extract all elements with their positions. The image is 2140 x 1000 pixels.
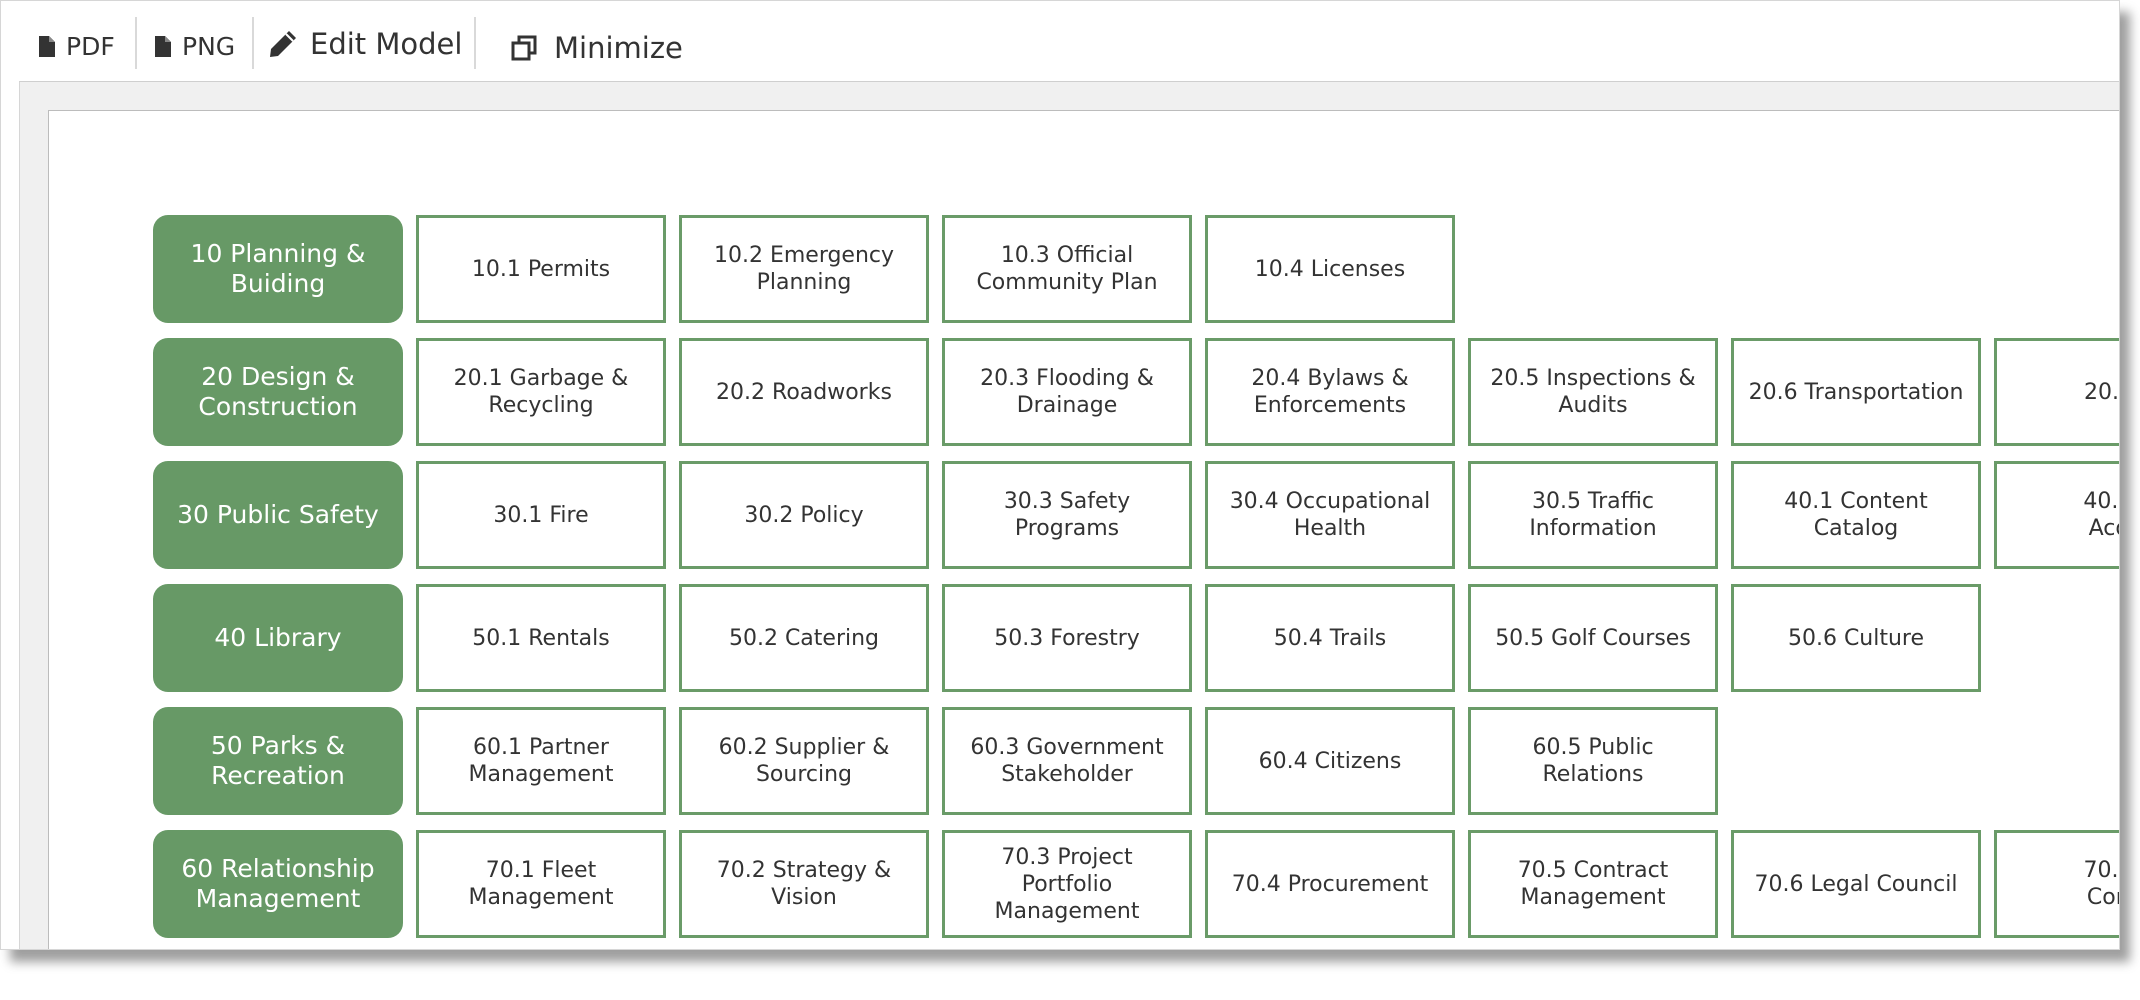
capability-block[interactable]: 20.6 Transportation [1731, 338, 1981, 446]
capability-block[interactable]: 70.2 Strategy & Vision [679, 830, 929, 938]
capability-row: 40 Library 50.1 Rentals 50.2 Catering 50… [153, 584, 2119, 692]
capability-block[interactable]: 60.5 Public Relations [1468, 707, 1718, 815]
toolbar-separator [135, 17, 137, 69]
capability-row: 20 Design & Construction 20.1 Garbage & … [153, 338, 2119, 446]
toolbar: PDF PNG Edit Model Minimize [1, 1, 2119, 81]
minimize-icon [511, 35, 537, 61]
capability-block[interactable]: 70.7 A Comp [1994, 830, 2119, 938]
capability-block[interactable]: 30.3 Safety Programs [942, 461, 1192, 569]
capability-block[interactable]: 20.7 S [1994, 338, 2119, 446]
minimize-label: Minimize [554, 31, 683, 65]
toolbar-separator [252, 17, 254, 69]
capability-block[interactable]: 20.5 Inspections & Audits [1468, 338, 1718, 446]
document-icon [39, 35, 55, 57]
pdf-export-button[interactable]: PDF [39, 19, 115, 73]
edit-model-button[interactable]: Edit Model [267, 17, 462, 71]
capability-block[interactable]: 10.2 Emergency Planning [679, 215, 929, 323]
capability-grid: 10 Planning & Buiding 10.1 Permits 10.2 … [153, 215, 2119, 949]
capability-block[interactable]: 70.6 Legal Council [1731, 830, 1981, 938]
capability-block[interactable]: 10.4 Licenses [1205, 215, 1455, 323]
capability-block[interactable]: 50.5 Golf Courses [1468, 584, 1718, 692]
capability-block[interactable]: 30.5 Traffic Information [1468, 461, 1718, 569]
capability-block[interactable]: 60.4 Citizens [1205, 707, 1455, 815]
capability-block[interactable]: 70.1 Fleet Management [416, 830, 666, 938]
capability-block[interactable]: 40.1 Content Catalog [1731, 461, 1981, 569]
capability-block[interactable]: 20.2 Roadworks [679, 338, 929, 446]
capability-block[interactable]: 60.1 Partner Management [416, 707, 666, 815]
capability-block[interactable]: 70.5 Contract Management [1468, 830, 1718, 938]
capability-block[interactable]: 10.3 Official Community Plan [942, 215, 1192, 323]
category-block[interactable]: 20 Design & Construction [153, 338, 403, 446]
capability-block[interactable]: 60.2 Supplier & Sourcing [679, 707, 929, 815]
capability-block[interactable]: 50.3 Forestry [942, 584, 1192, 692]
png-export-button[interactable]: PNG [155, 19, 235, 73]
toolbar-separator [474, 17, 476, 69]
pencil-icon [270, 31, 296, 57]
minimize-button[interactable]: Minimize [510, 21, 683, 75]
category-block[interactable]: 40 Library [153, 584, 403, 692]
capability-row: 50 Parks & Recreation 60.1 Partner Manag… [153, 707, 2119, 815]
capability-block[interactable]: 30.2 Policy [679, 461, 929, 569]
app-window: PDF PNG Edit Model Minimize 10 Planning … [0, 0, 2120, 950]
capability-block[interactable]: 40.2 C Acqui [1994, 461, 2119, 569]
capability-block[interactable]: 50.1 Rentals [416, 584, 666, 692]
canvas-frame: 10 Planning & Buiding 10.1 Permits 10.2 … [19, 81, 2119, 949]
capability-block[interactable]: 30.4 Occupational Health [1205, 461, 1455, 569]
category-block[interactable]: 10 Planning & Buiding [153, 215, 403, 323]
category-block[interactable]: 60 Relationship Management [153, 830, 403, 938]
capability-block[interactable]: 50.2 Catering [679, 584, 929, 692]
capability-block[interactable]: 20.1 Garbage & Recycling [416, 338, 666, 446]
category-block[interactable]: 30 Public Safety [153, 461, 403, 569]
pdf-label: PDF [66, 31, 115, 61]
category-block[interactable]: 50 Parks & Recreation [153, 707, 403, 815]
capability-block[interactable]: 10.1 Permits [416, 215, 666, 323]
capability-block[interactable]: 30.1 Fire [416, 461, 666, 569]
capability-block[interactable]: 70.3 Project Portfolio Management [942, 830, 1192, 938]
model-canvas[interactable]: 10 Planning & Buiding 10.1 Permits 10.2 … [48, 110, 2119, 949]
capability-block[interactable]: 50.6 Culture [1731, 584, 1981, 692]
edit-model-label: Edit Model [310, 27, 463, 61]
capability-block[interactable]: 70.4 Procurement [1205, 830, 1455, 938]
capability-block[interactable]: 20.4 Bylaws & Enforcements [1205, 338, 1455, 446]
png-label: PNG [182, 31, 236, 61]
capability-block[interactable]: 20.3 Flooding & Drainage [942, 338, 1192, 446]
capability-block[interactable]: 50.4 Trails [1205, 584, 1455, 692]
capability-row: 30 Public Safety 30.1 Fire 30.2 Policy 3… [153, 461, 2119, 569]
document-icon [155, 35, 171, 57]
capability-block[interactable]: 60.3 Government Stakeholder [942, 707, 1192, 815]
capability-row: 60 Relationship Management 70.1 Fleet Ma… [153, 830, 2119, 938]
capability-row: 10 Planning & Buiding 10.1 Permits 10.2 … [153, 215, 2119, 323]
